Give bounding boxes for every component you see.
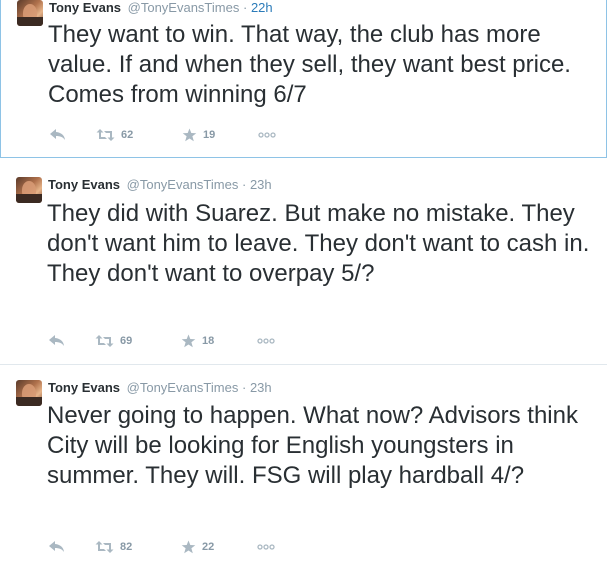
author-handle[interactable]: @TonyEvansTimes xyxy=(127,177,239,192)
timestamp[interactable]: 23h xyxy=(250,177,272,192)
avatar[interactable] xyxy=(16,380,42,406)
author-name[interactable]: Tony Evans xyxy=(48,380,120,395)
favorite-count: 18 xyxy=(202,335,215,347)
retweet-icon xyxy=(95,540,114,554)
retweet-button[interactable]: 69 xyxy=(95,332,132,350)
tweet[interactable]: Tony Evans @TonyEvansTimes · 22h They wa… xyxy=(0,0,607,158)
retweet-count: 82 xyxy=(120,541,133,553)
avatar[interactable] xyxy=(16,177,42,203)
more-icon xyxy=(258,132,276,138)
reply-icon xyxy=(49,128,67,142)
favorite-button[interactable]: 19 xyxy=(182,126,215,144)
reply-button[interactable] xyxy=(48,538,66,556)
retweet-icon xyxy=(96,128,115,142)
favorite-button[interactable]: 22 xyxy=(181,538,214,556)
timestamp[interactable]: 23h xyxy=(250,380,272,395)
more-icon xyxy=(257,338,275,344)
separator: · xyxy=(241,380,247,395)
reply-icon xyxy=(48,334,66,348)
retweet-count: 69 xyxy=(120,335,133,347)
favorite-button[interactable]: 18 xyxy=(181,332,214,350)
avatar[interactable] xyxy=(17,0,43,26)
tweet-actions: 82 22 xyxy=(48,538,308,556)
star-icon xyxy=(181,334,196,348)
favorite-count: 19 xyxy=(203,129,216,141)
reply-icon xyxy=(48,540,66,554)
tweet-actions: 62 19 xyxy=(49,126,309,144)
timeline: Tony Evans @TonyEvansTimes · 22h They wa… xyxy=(0,0,609,562)
timestamp[interactable]: 22h xyxy=(251,0,273,15)
more-button[interactable] xyxy=(258,126,276,144)
retweet-count: 62 xyxy=(121,129,134,141)
retweet-icon xyxy=(95,334,114,348)
tweet-text: They did with Suarez. But make no mistak… xyxy=(47,200,590,287)
tweet-actions: 69 18 xyxy=(48,332,308,350)
tweet[interactable]: Tony Evans @TonyEvansTimes · 23h Never g… xyxy=(0,369,607,562)
star-icon xyxy=(181,540,196,554)
tweet-header: Tony Evans @TonyEvansTimes · 23h xyxy=(48,177,272,193)
reply-button[interactable] xyxy=(49,126,67,144)
author-handle[interactable]: @TonyEvansTimes xyxy=(128,0,240,15)
author-name[interactable]: Tony Evans xyxy=(48,177,120,192)
tweet[interactable]: Tony Evans @TonyEvansTimes · 23h They di… xyxy=(0,164,607,365)
more-button[interactable] xyxy=(257,332,275,350)
tweet-text: Never going to happen. What now? Advisor… xyxy=(47,402,578,489)
tweet-text: They want to win. That way, the club has… xyxy=(48,21,571,108)
tweet-header: Tony Evans @TonyEvansTimes · 22h xyxy=(49,0,273,16)
separator: · xyxy=(242,0,248,15)
separator: · xyxy=(241,177,247,192)
more-icon xyxy=(257,544,275,550)
author-name[interactable]: Tony Evans xyxy=(49,0,121,15)
star-icon xyxy=(182,128,197,142)
retweet-button[interactable]: 82 xyxy=(95,538,132,556)
favorite-count: 22 xyxy=(202,541,215,553)
tweet-header: Tony Evans @TonyEvansTimes · 23h xyxy=(48,380,272,396)
retweet-button[interactable]: 62 xyxy=(96,126,133,144)
more-button[interactable] xyxy=(257,538,275,556)
author-handle[interactable]: @TonyEvansTimes xyxy=(127,380,239,395)
reply-button[interactable] xyxy=(48,332,66,350)
